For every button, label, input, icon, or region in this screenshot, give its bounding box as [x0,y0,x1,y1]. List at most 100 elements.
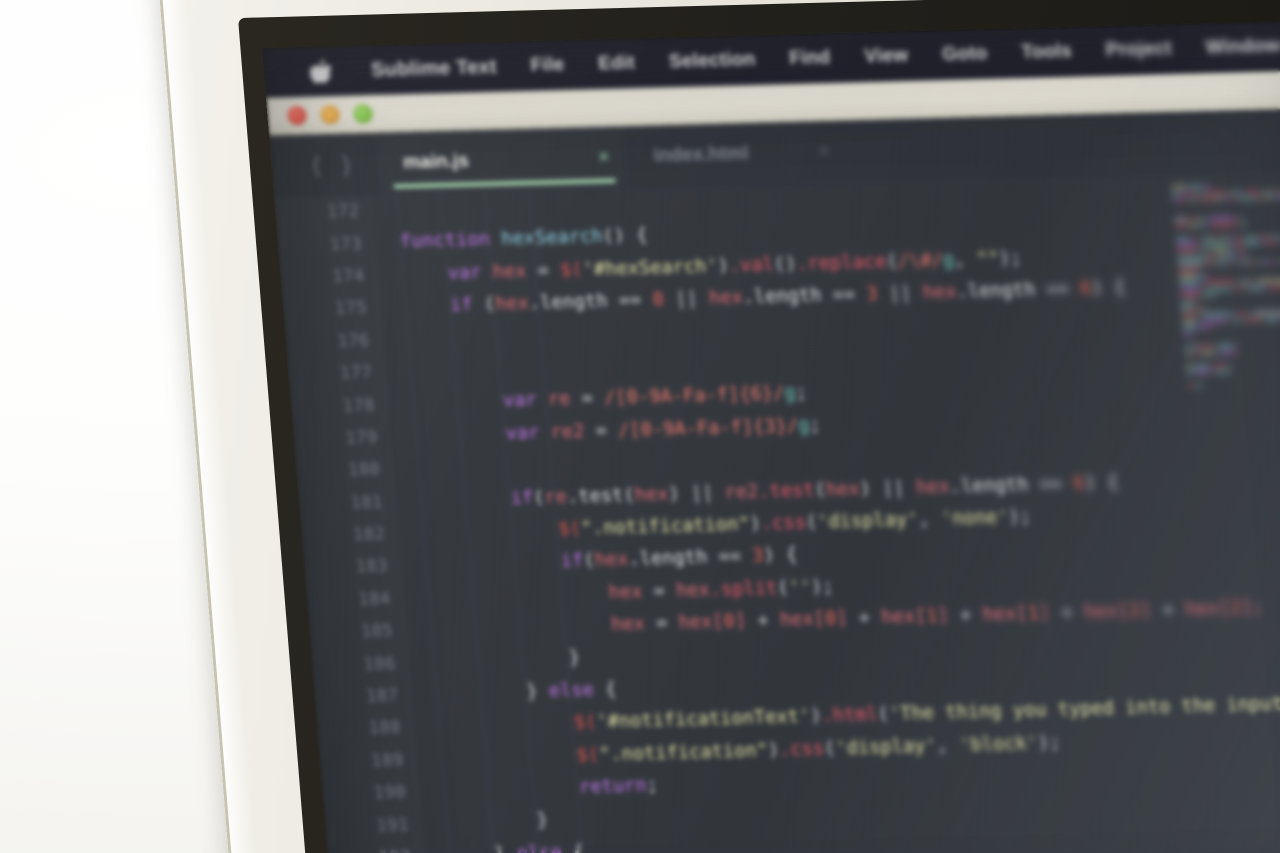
minimap-row [1244,286,1248,290]
minimap-row [1203,217,1208,221]
minimap-row [1202,306,1207,311]
chevron-right-icon[interactable]: ⟩ [340,150,352,179]
minimap-row [1219,344,1234,348]
menu-item-sublime-text[interactable]: Sublime Text [370,55,497,81]
minimap-row [1178,268,1200,273]
minimap-row [1205,262,1212,266]
minimap-row [1178,262,1204,266]
code-token: hex [610,613,658,636]
code-token: 'block' [958,732,1039,756]
minimap-row [1203,185,1211,189]
menu-item-edit[interactable]: Edit [597,52,635,75]
code-token: { [604,678,618,701]
apple-logo-icon[interactable] [309,58,333,84]
code-token: } [449,843,518,853]
menu-item-file[interactable]: File [530,54,565,77]
close-window-button[interactable] [286,105,308,126]
minimap-row [1251,280,1255,284]
code-token: return [578,775,648,798]
screenshot-root: Sublime Text File Edit Selection Find Vi… [0,0,1280,853]
minimap-row [1197,223,1205,228]
minimap-row [1197,326,1208,330]
minimap-row [1226,363,1231,367]
menu-item-goto[interactable]: Goto [941,43,988,66]
active-tab-indicator [392,178,616,189]
minimap-row [1173,198,1180,203]
minimap-row [1265,190,1273,194]
minimap-row [1236,261,1240,265]
code-token: + [1060,601,1085,624]
code-token: ; [808,414,822,436]
tab-main-js[interactable]: main.js × [374,126,630,195]
minimap-row [1238,235,1244,239]
minimap-row [1197,243,1201,247]
code-token: = [594,420,619,442]
minimap-row [1240,254,1245,258]
minimap-row [1241,280,1250,284]
code-token: ] [734,610,759,633]
code-token: .length [528,290,620,314]
menu-item-selection[interactable]: Selection [668,49,756,73]
code-token: else [516,841,574,853]
line-number: 178 [341,395,376,416]
code-text-area[interactable]: function hexSearch() { var hex = $('#hex… [370,168,1280,853]
minimap-row [1199,198,1213,202]
minimap-row [1272,234,1278,238]
code-token: var [502,389,549,412]
code-token: ) { [1083,471,1120,494]
minimap-row [1227,235,1231,240]
minimap-row [1175,224,1188,228]
menu-item-tools[interactable]: Tools [1021,41,1073,64]
code-token: if [449,294,485,316]
code-token: ; [645,774,659,797]
menu-item-view[interactable]: View [864,45,910,68]
chevron-left-icon[interactable]: ⟨ [310,151,322,180]
minimap-row [1186,371,1194,375]
minimap-row [1240,242,1245,246]
close-icon[interactable]: × [597,147,610,169]
minimap-row [1267,234,1271,239]
minimap-row [1202,242,1226,247]
minimap-row [1271,196,1277,200]
code-token: hex[ [880,606,928,629]
tab-index-html[interactable]: index.html × [625,121,850,189]
code-token: $( [559,259,584,281]
minimap-row [1195,370,1210,375]
code-token: hexSearch [500,226,604,250]
minimap-row [1260,190,1264,194]
line-number: 181 [349,492,384,513]
zoom-window-button[interactable] [352,104,374,124]
minimap-row [1217,255,1223,259]
code-editor[interactable]: 172 173 174 175 176 177 178 179 180 181 182 183 184 1… [274,168,1280,853]
code-token: /[0-9A-Fa-f]{6}/ [603,383,786,409]
code-token: ); [1037,731,1062,754]
minimap-row [1240,318,1245,322]
code-token: .test [757,479,816,502]
minimize-window-button[interactable] [319,104,341,125]
code-token: hex [915,476,951,498]
minimap-row [1242,222,1247,226]
menu-item-window[interactable]: Window [1205,35,1280,59]
code-token: /\#/ [896,249,944,272]
code-token: "" [975,248,1000,270]
minimap-row [1189,224,1196,228]
minimap-row [1245,254,1250,258]
code-token: /[0-9A-Fa-f]{3}/ [617,415,799,441]
code-token: ] [1037,602,1063,625]
minimap-row [1261,318,1266,322]
minimap-row [1232,235,1238,239]
code-token: hex [607,580,655,603]
code-token: re [547,388,583,411]
code-token: == [717,545,754,568]
minimap-row [1177,249,1197,254]
code-token: = [536,259,561,282]
minimap-row [1193,345,1200,349]
minimap-row [1233,191,1240,195]
menu-item-find[interactable]: Find [789,47,832,70]
close-icon[interactable]: × [818,141,831,163]
line-number: 185 [360,621,394,642]
menu-item-project[interactable]: Project [1105,38,1173,62]
minimap-row [1202,319,1226,323]
